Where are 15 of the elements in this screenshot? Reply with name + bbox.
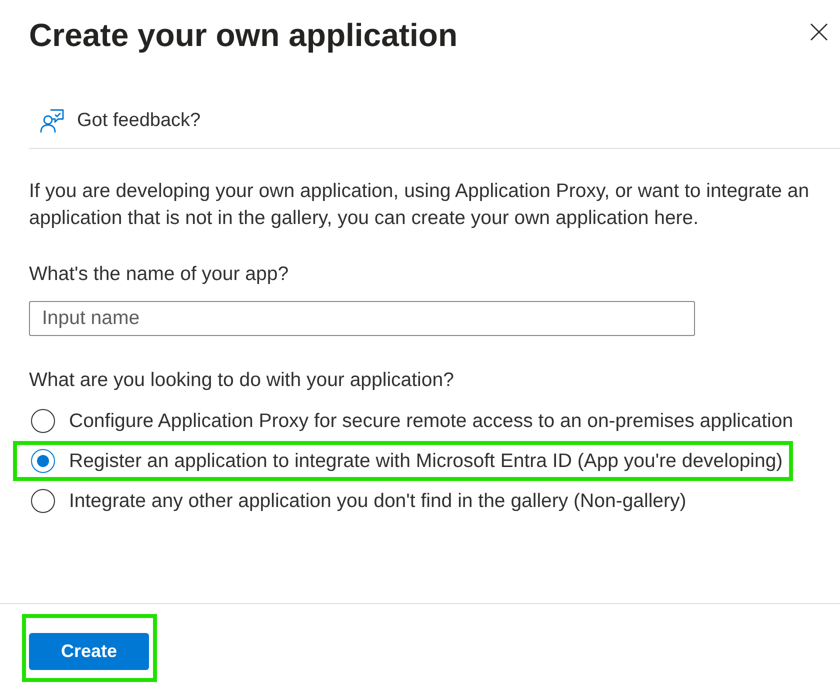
radio-button[interactable] — [31, 449, 55, 473]
feedback-icon — [40, 109, 64, 133]
radio-option[interactable]: Register an application to integrate with Microsoft Entra ID (App you're developing) — [31, 445, 783, 477]
question-label: What are you looking to do with your application? — [29, 368, 455, 393]
radio-option[interactable]: Integrate any other application you don't find in the gallery (Non-gallery) — [31, 485, 686, 517]
create-button[interactable]: Create — [29, 633, 149, 670]
name-input[interactable]: Input name — [29, 301, 695, 336]
field-label: What's the name of your app? — [29, 262, 290, 287]
close-icon — [810, 23, 828, 41]
description-text: If you are developing your own application, using Application Proxy, or want to integrate an application that is not in the gallery, you can create your own application here. — [29, 179, 810, 231]
radio-option[interactable]: Configure Application Proxy for secure remote access to an on-premises application — [31, 405, 794, 437]
radio-button[interactable] — [31, 489, 55, 513]
radio-button[interactable] — [31, 409, 55, 433]
panel-title: Create your own application — [29, 16, 458, 55]
feedback-link[interactable]: Got feedback? — [29, 109, 201, 133]
